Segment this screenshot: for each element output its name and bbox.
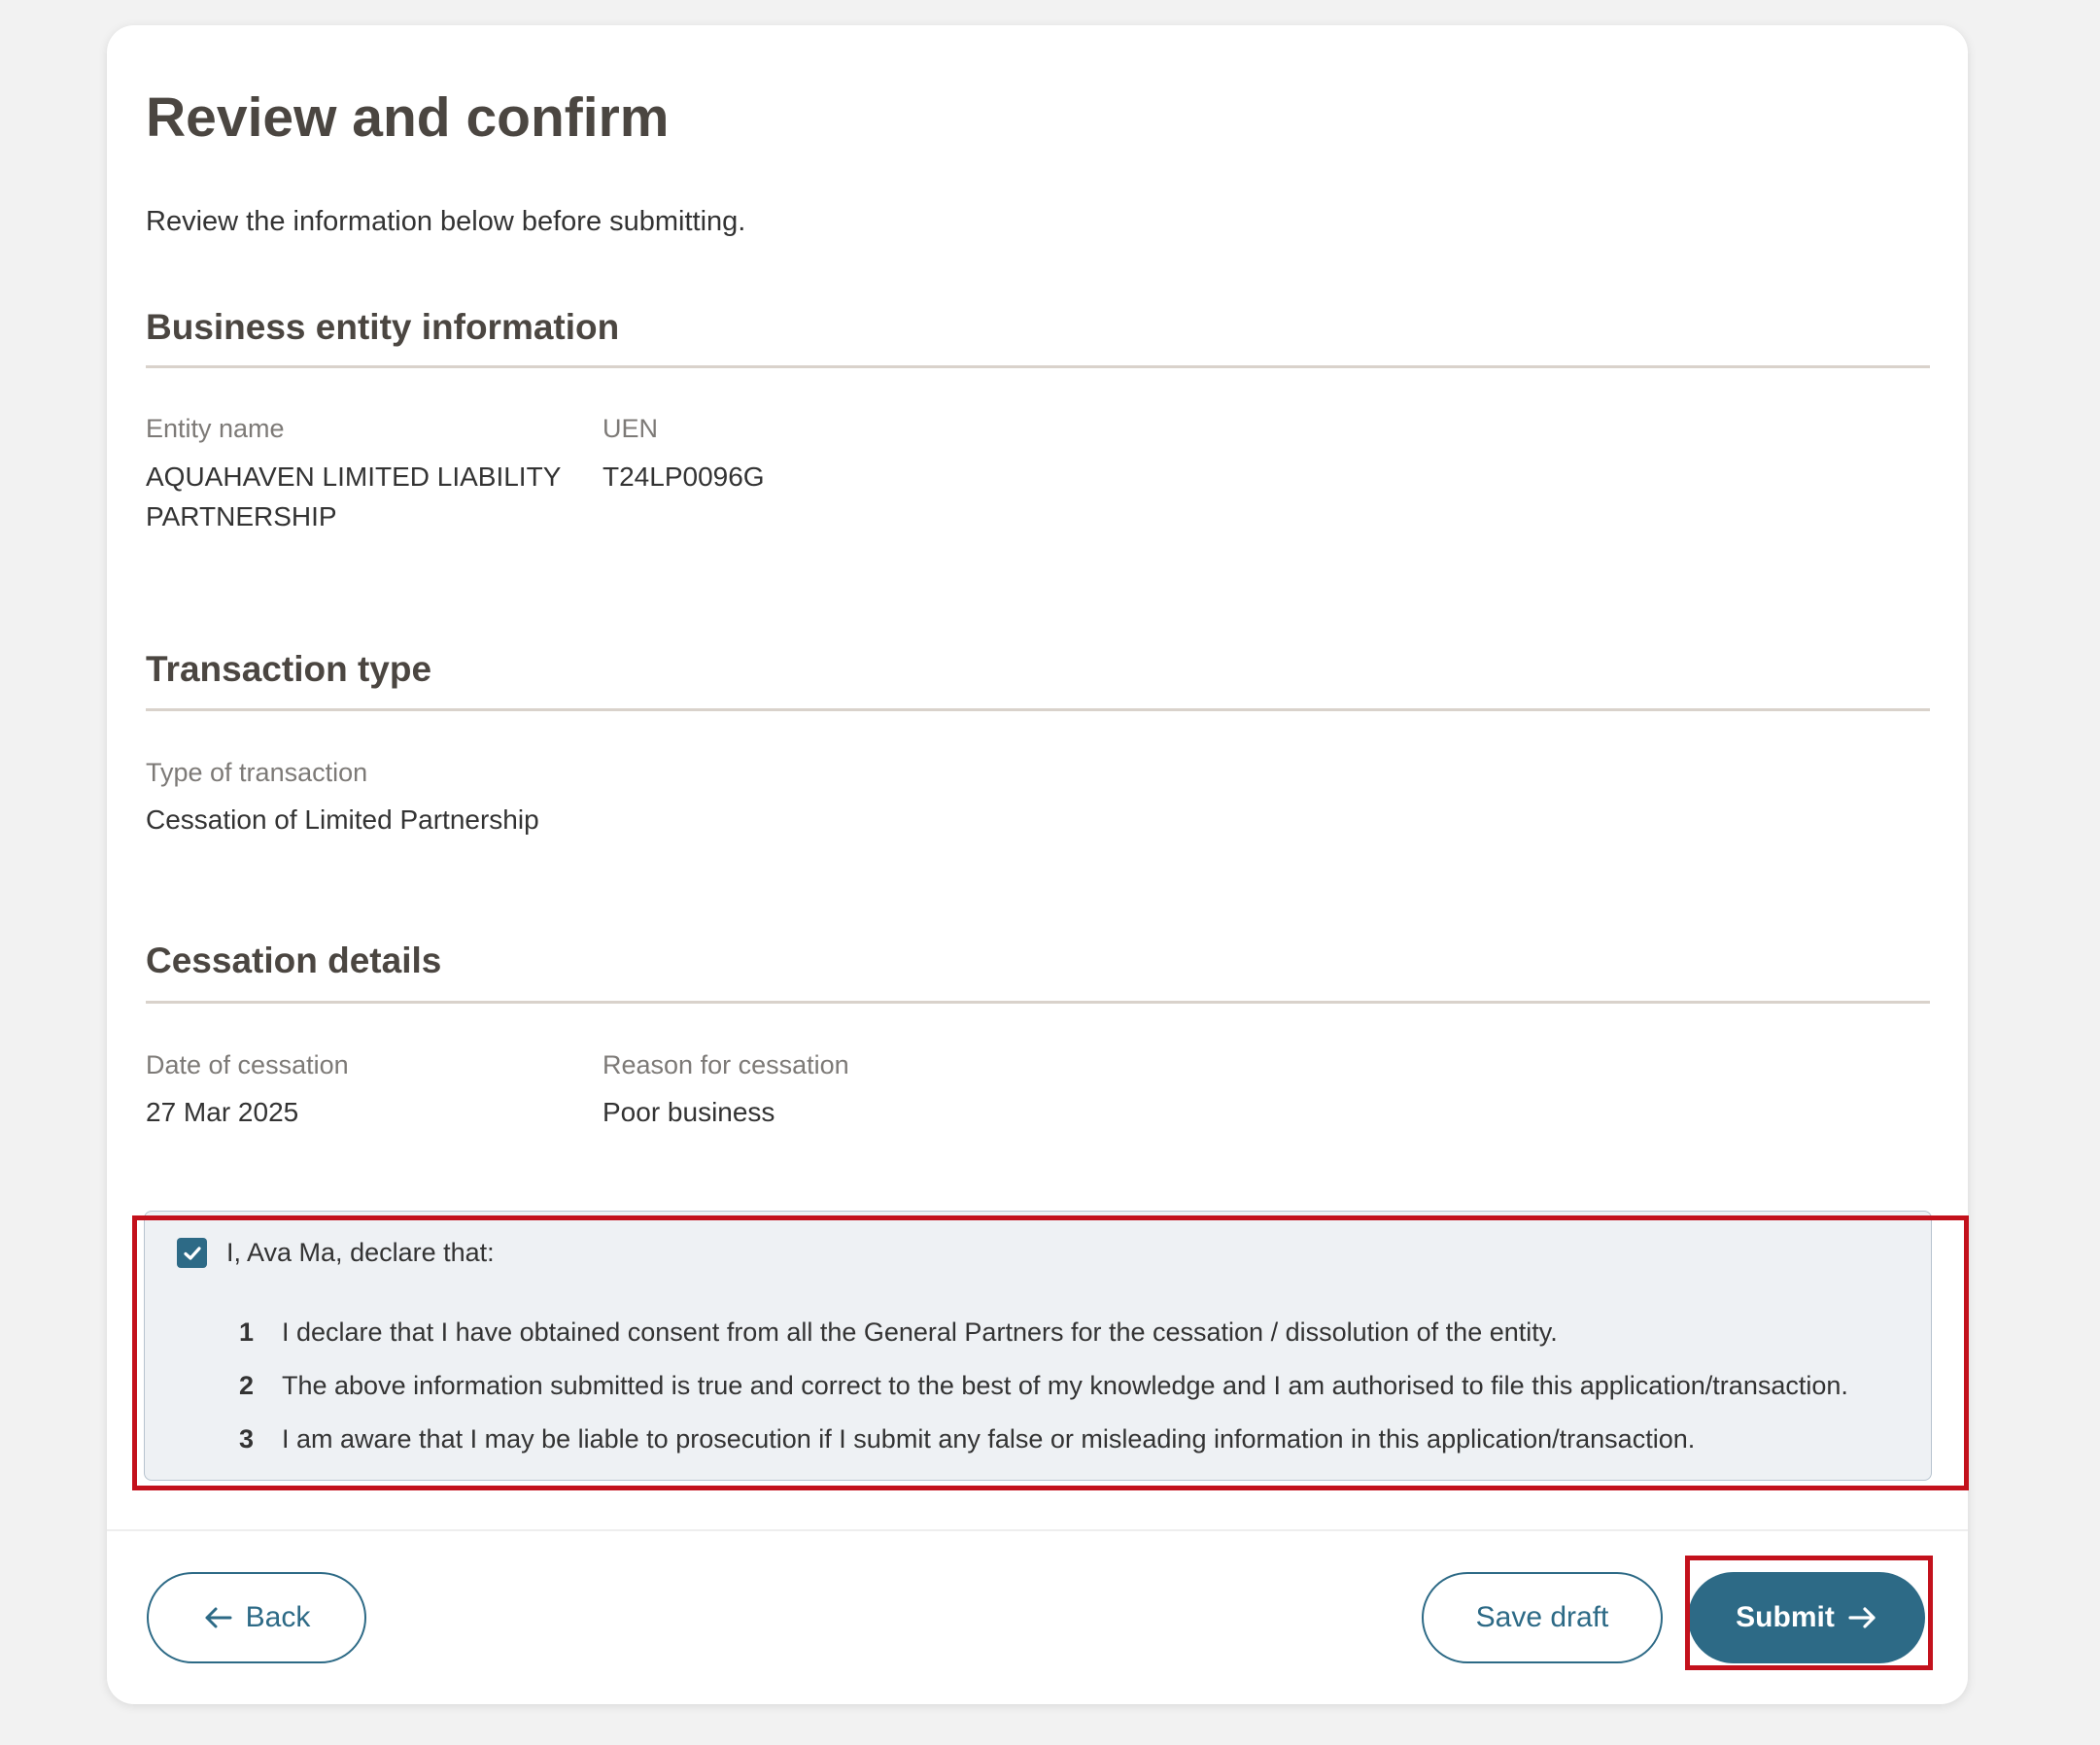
cessation-date-label: Date of cessation bbox=[146, 1050, 349, 1079]
save-draft-button-label: Save draft bbox=[1475, 1601, 1609, 1633]
declaration-item: 1 I declare that I have obtained consent … bbox=[239, 1317, 1558, 1348]
declaration-item-number: 3 bbox=[239, 1424, 255, 1454]
back-button-label: Back bbox=[245, 1601, 311, 1633]
declaration-item: 2 The above information submitted is true… bbox=[239, 1371, 1848, 1401]
business-entity-divider bbox=[146, 365, 1930, 368]
declaration-item-text: The above information submitted is true … bbox=[282, 1371, 1848, 1400]
entity-name-value: AQUAHAVEN LIMITED LIABILITY PARTNERSHIP bbox=[146, 457, 561, 536]
cessation-date-value: 27 Mar 2025 bbox=[146, 1097, 299, 1127]
transaction-type-value: Cessation of Limited Partnership bbox=[146, 804, 539, 835]
submit-button-label: Submit bbox=[1736, 1601, 1835, 1633]
declaration-item-number: 1 bbox=[239, 1317, 255, 1347]
page-title: Review and confirm bbox=[146, 86, 670, 149]
arrow-left-icon bbox=[203, 1606, 232, 1629]
submit-button[interactable]: Submit bbox=[1688, 1572, 1925, 1663]
cessation-reason-value: Poor business bbox=[602, 1097, 775, 1127]
declaration-item-text: I declare that I have obtained consent f… bbox=[282, 1317, 1558, 1347]
declaration-item-text: I am aware that I may be liable to prose… bbox=[282, 1424, 1696, 1454]
transaction-type-heading: Transaction type bbox=[146, 649, 432, 689]
checkmark-icon bbox=[183, 1246, 201, 1260]
declaration-checkbox[interactable] bbox=[177, 1238, 207, 1268]
uen-value: T24LP0096G bbox=[602, 462, 765, 492]
declaration-intro: I, Ava Ma, declare that: bbox=[226, 1238, 495, 1267]
entity-name-label: Entity name bbox=[146, 414, 285, 443]
business-entity-heading: Business entity information bbox=[146, 307, 620, 347]
save-draft-button[interactable]: Save draft bbox=[1422, 1572, 1663, 1663]
entity-name-line-2: PARTNERSHIP bbox=[146, 501, 337, 531]
arrow-right-icon bbox=[1848, 1606, 1877, 1629]
back-button[interactable]: Back bbox=[147, 1572, 366, 1663]
footer-divider bbox=[107, 1529, 1968, 1531]
declaration-item: 3 I am aware that I may be liable to pros… bbox=[239, 1424, 1695, 1454]
page-subtitle: Review the information below before subm… bbox=[146, 206, 746, 237]
transaction-type-label: Type of transaction bbox=[146, 758, 368, 787]
cessation-details-divider bbox=[146, 1001, 1930, 1004]
cessation-reason-label: Reason for cessation bbox=[602, 1050, 849, 1079]
declaration-item-number: 2 bbox=[239, 1371, 255, 1400]
transaction-type-divider bbox=[146, 708, 1930, 711]
entity-name-line-1: AQUAHAVEN LIMITED LIABILITY bbox=[146, 462, 562, 492]
uen-label: UEN bbox=[602, 414, 659, 443]
cessation-details-heading: Cessation details bbox=[146, 941, 442, 980]
